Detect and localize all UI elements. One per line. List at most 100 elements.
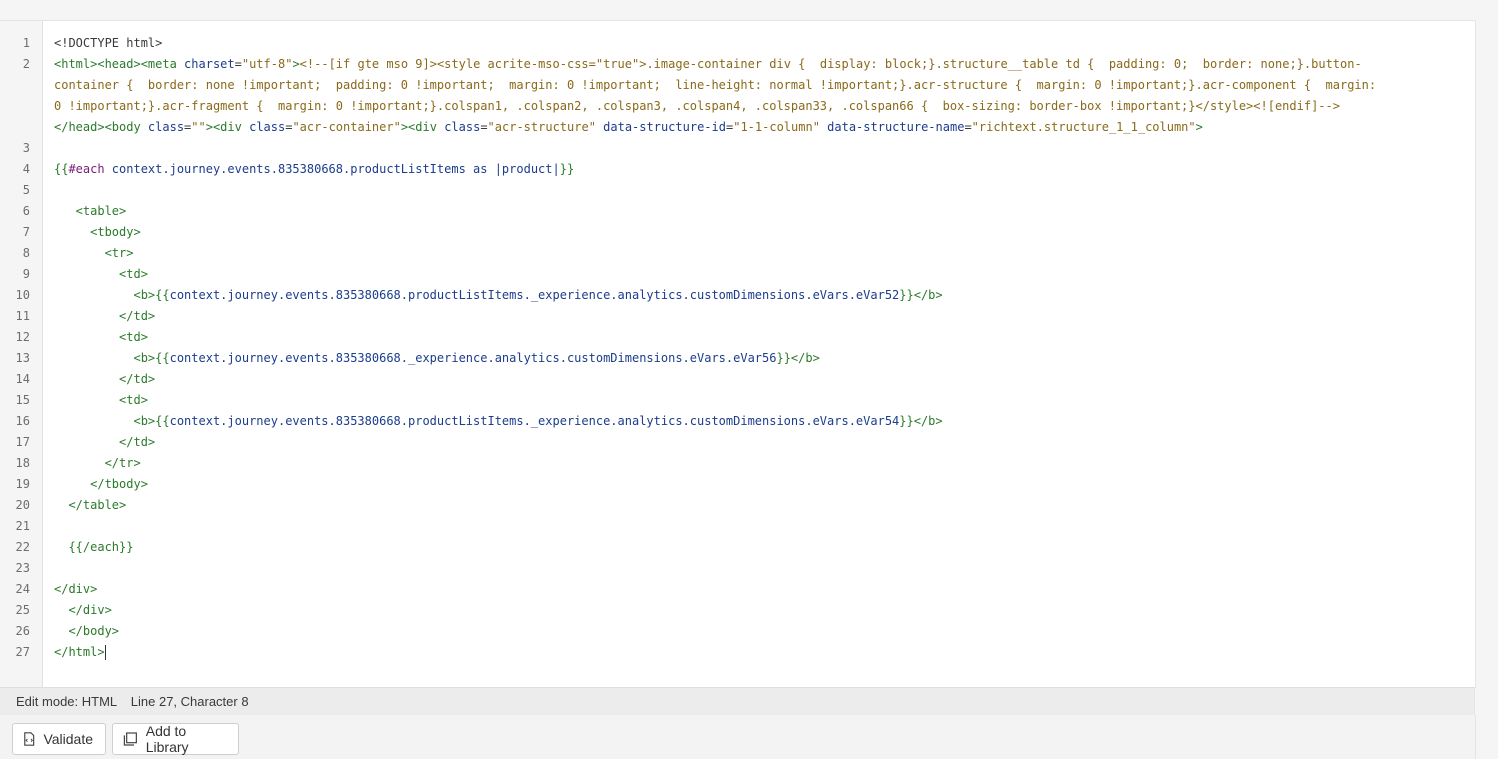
code-line: 12 <td>	[0, 327, 1475, 348]
code-token: <!--[if gte mso 9]><style acrite-mso-css…	[299, 57, 1362, 71]
code-token: data-structure-id	[603, 120, 726, 134]
code-line: 16 <b>{{context.journey.events.835380668…	[0, 411, 1475, 432]
code-line: 2 <html><head><meta charset="utf-8"><!--[…	[0, 54, 1475, 75]
code-line: 22 {{/each}}	[0, 537, 1475, 558]
code-token: </div>	[54, 603, 112, 617]
line-code: <b>{{context.journey.events.835380668.pr…	[54, 411, 1463, 432]
code-token: </html>	[54, 645, 105, 659]
line-number: 19	[15, 477, 30, 491]
code-line: 1 <!DOCTYPE html>	[0, 33, 1475, 54]
line-code: {{#each context.journey.events.835380668…	[54, 159, 1463, 180]
text-cursor	[104, 645, 106, 660]
code-token: <tbody>	[54, 225, 141, 239]
code-line: 6 <table>	[0, 201, 1475, 222]
code-token: =	[480, 120, 488, 134]
line-number: 21	[15, 519, 30, 533]
line-number: 3	[22, 141, 30, 155]
line-code: </head><body class=""><div class="acr-co…	[54, 117, 1463, 138]
line-number: 23	[15, 561, 30, 575]
code-token: <table>	[54, 204, 127, 218]
line-code: </td>	[54, 306, 1463, 327]
line-code: </html>	[54, 642, 1463, 663]
line-number: 12	[15, 330, 30, 344]
code-token: context.journey.events.835380668.product…	[169, 288, 900, 302]
code-line: 3	[0, 138, 1475, 159]
line-number: 15	[15, 393, 30, 407]
code-line: 21	[0, 516, 1475, 537]
line-code: <b>{{context.journey.events.835380668.pr…	[54, 285, 1463, 306]
code-token: context.journey.events.835380668.product…	[104, 162, 560, 176]
code-token: charset	[184, 57, 235, 71]
code-line: 18 </tr>	[0, 453, 1475, 474]
code-token: ><div	[205, 120, 250, 134]
line-number: 13	[15, 351, 30, 365]
line-number: 6	[22, 204, 30, 218]
code-editor[interactable]: 1 <!DOCTYPE html> 2 <html><head><meta chars…	[0, 20, 1476, 688]
code-token: data-structure-name	[827, 120, 965, 134]
line-code: </td>	[54, 369, 1463, 390]
code-token: =	[234, 57, 242, 71]
code-token: {{/each}}	[54, 540, 134, 554]
code-token: <b>{{	[54, 351, 170, 365]
code-token: }}</b>	[899, 414, 943, 428]
line-number: 20	[15, 498, 30, 512]
code-line: 23	[0, 558, 1475, 579]
line-number: 7	[22, 225, 30, 239]
edit-mode-label: Edit mode: HTML	[16, 694, 118, 709]
code-token: class	[249, 120, 286, 134]
line-number: 17	[15, 435, 30, 449]
line-number: 1	[22, 36, 30, 50]
code-token: ><div	[400, 120, 445, 134]
line-number: 22	[15, 540, 30, 554]
code-line: 20 </table>	[0, 495, 1475, 516]
code-token: <td>	[54, 267, 148, 281]
code-line: 4 {{#each context.journey.events.83538066…	[0, 159, 1475, 180]
code-line: 7 <tbody>	[0, 222, 1475, 243]
code-line: 15 <td>	[0, 390, 1475, 411]
code-token: </table>	[54, 498, 127, 512]
line-code: </tr>	[54, 453, 1463, 474]
line-code: 0 !important;}.acr-fragment { margin: 0 …	[54, 96, 1463, 117]
line-code: <td>	[54, 264, 1463, 285]
code-token: </td>	[54, 372, 156, 386]
line-code: <td>	[54, 390, 1463, 411]
code-token: {{	[54, 162, 69, 176]
line-number: 4	[22, 162, 30, 176]
line-code: container { border: none !important; pad…	[54, 75, 1463, 96]
line-code: </td>	[54, 432, 1463, 453]
code-token: context.journey.events.835380668.product…	[169, 414, 900, 428]
line-code: <tbody>	[54, 222, 1463, 243]
line-code: </tbody>	[54, 474, 1463, 495]
code-line: 13 <b>{{context.journey.events.835380668…	[0, 348, 1475, 369]
validate-label: Validate	[43, 731, 93, 747]
library-icon	[123, 732, 137, 746]
code-token: >	[292, 57, 300, 71]
add-to-library-button[interactable]: Add to Library	[112, 723, 239, 755]
code-token: >	[1195, 120, 1203, 134]
code-token: }}</b>	[776, 351, 820, 365]
code-token: </tbody>	[54, 477, 148, 491]
code-line: 24 </div>	[0, 579, 1475, 600]
code-token: </div>	[54, 582, 98, 596]
code-token: </td>	[54, 435, 156, 449]
code-token: #each	[68, 162, 105, 176]
code-token: container { border: none !important; pad…	[54, 78, 1377, 92]
code-line: </head><body class=""><div class="acr-co…	[0, 117, 1475, 138]
code-token: </body>	[54, 624, 120, 638]
cursor-position-label: Line 27, Character 8	[130, 694, 249, 709]
code-token: 0 !important;}.acr-fragment { margin: 0 …	[54, 99, 1340, 113]
status-bar: Edit mode: HTML Line 27, Character 8	[0, 687, 1475, 715]
validate-button[interactable]: Validate	[12, 723, 106, 755]
code-token: class	[444, 120, 481, 134]
code-token: context.journey.events.835380668._experi…	[169, 351, 777, 365]
line-number: 18	[15, 456, 30, 470]
line-code: </div>	[54, 600, 1463, 621]
code-token: <td>	[54, 393, 148, 407]
code-line: 19 </tbody>	[0, 474, 1475, 495]
line-code: </body>	[54, 621, 1463, 642]
line-code: </table>	[54, 495, 1463, 516]
line-code: <td>	[54, 327, 1463, 348]
code-line: container { border: none !important; pad…	[0, 75, 1475, 96]
code-token: =	[964, 120, 972, 134]
code-token: "acr-structure"	[487, 120, 596, 134]
